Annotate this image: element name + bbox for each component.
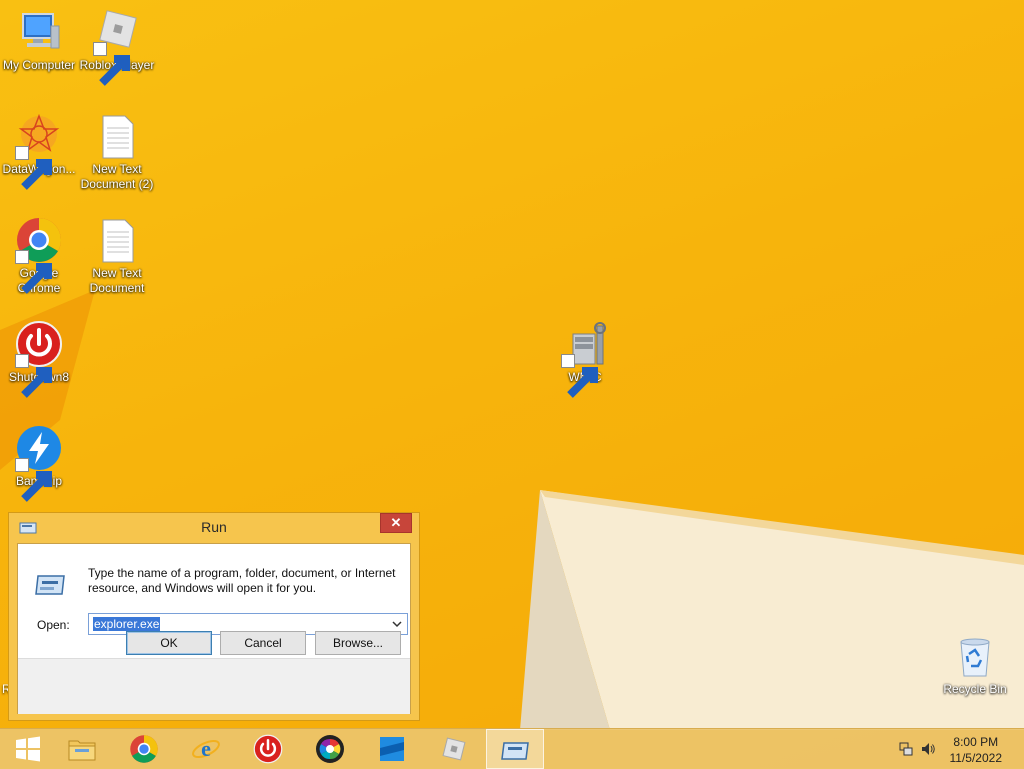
desktop-icon-google-chrome[interactable]: Google Chrome bbox=[0, 216, 78, 296]
shortcut-arrow-icon bbox=[93, 42, 130, 86]
run-icon bbox=[501, 742, 529, 760]
taskbar-run[interactable] bbox=[486, 729, 544, 769]
run-description: Type the name of a program, folder, docu… bbox=[88, 566, 396, 595]
network-icon[interactable] bbox=[898, 741, 914, 757]
desktop-icon-new-text-document-2[interactable]: New Text Document (2) bbox=[78, 112, 156, 192]
run-dialog-titlebar[interactable]: Run ✕ bbox=[9, 513, 419, 543]
ok-button[interactable]: OK bbox=[126, 631, 212, 655]
start-button[interactable] bbox=[0, 729, 56, 769]
roblox-studio-icon bbox=[380, 737, 404, 761]
ie-icon: e bbox=[192, 736, 220, 761]
clock-date: 11/5/2022 bbox=[949, 751, 1003, 765]
shortcut-arrow-icon bbox=[561, 354, 598, 398]
desktop-icon-label: New Text Document bbox=[89, 266, 145, 295]
shortcut-arrow-icon bbox=[15, 458, 52, 502]
taskbar-roblox-player[interactable] bbox=[426, 729, 482, 769]
taskbar-color-app[interactable] bbox=[302, 729, 358, 769]
system-clock[interactable]: 8:00 PM 11/5/2022 bbox=[950, 734, 1003, 766]
computer-icon bbox=[22, 13, 60, 49]
svg-text:e: e bbox=[201, 736, 211, 761]
desktop-icon-new-text-document[interactable]: New Text Document bbox=[78, 216, 156, 296]
desktop-icon-recycle-bin[interactable]: Recycle Bin bbox=[936, 632, 1014, 697]
text-document-icon bbox=[102, 219, 134, 263]
browse-button[interactable]: Browse... bbox=[315, 631, 401, 655]
recycle-bin-icon bbox=[960, 638, 990, 677]
taskbar: e 8:00 PM 11/5/2022 bbox=[0, 728, 1024, 769]
taskbar-internet-explorer[interactable]: e bbox=[178, 729, 234, 769]
run-dialog-title: Run bbox=[201, 519, 227, 535]
desktop-icon-roblox-player[interactable]: Roblox Player bbox=[78, 8, 156, 86]
volume-icon[interactable] bbox=[920, 741, 936, 757]
cancel-button[interactable]: Cancel bbox=[220, 631, 306, 655]
power-icon bbox=[253, 734, 283, 764]
clock-time: 8:00 PM bbox=[953, 735, 999, 749]
windows-logo-icon bbox=[16, 736, 40, 762]
desktop-icon-label: Recycle Bin bbox=[943, 682, 1007, 696]
open-input[interactable]: explorer.exe bbox=[93, 617, 161, 631]
text-document-icon bbox=[102, 115, 134, 159]
chevron-down-icon[interactable] bbox=[391, 618, 403, 630]
run-program-icon bbox=[35, 575, 65, 595]
desktop-icon-datawagon[interactable]: DataWagon... bbox=[0, 112, 78, 190]
desktop-icon-wmic[interactable]: WMIC bbox=[546, 320, 624, 398]
taskbar-file-explorer[interactable] bbox=[54, 729, 110, 769]
shortcut-arrow-icon bbox=[15, 250, 52, 294]
desktop-icon-shutdown8[interactable]: Shutdown8 bbox=[0, 320, 78, 398]
roblox-icon bbox=[442, 737, 466, 761]
desktop-icon-label: New Text Document (2) bbox=[80, 162, 154, 191]
desktop-icon-label: My Computer bbox=[2, 58, 76, 72]
run-dialog-body: Type the name of a program, folder, docu… bbox=[17, 543, 411, 714]
taskbar-shutdown8[interactable] bbox=[240, 729, 296, 769]
run-dialog: Run ✕ Type the name of a program, folder… bbox=[8, 512, 420, 721]
taskbar-roblox-studio[interactable] bbox=[364, 729, 420, 769]
folder-icon bbox=[68, 740, 96, 761]
open-label: Open: bbox=[37, 618, 70, 632]
desktop-icon-my-computer[interactable]: My Computer bbox=[0, 8, 78, 73]
shortcut-arrow-icon bbox=[15, 146, 52, 190]
color-wheel-icon bbox=[316, 735, 344, 763]
close-button[interactable]: ✕ bbox=[380, 513, 412, 533]
desktop-icon-bandizip[interactable]: Bandizip bbox=[0, 424, 78, 502]
taskbar-chrome[interactable] bbox=[116, 729, 172, 769]
run-dialog-button-area bbox=[18, 658, 410, 714]
shortcut-arrow-icon bbox=[15, 354, 52, 398]
chrome-icon bbox=[130, 735, 158, 763]
